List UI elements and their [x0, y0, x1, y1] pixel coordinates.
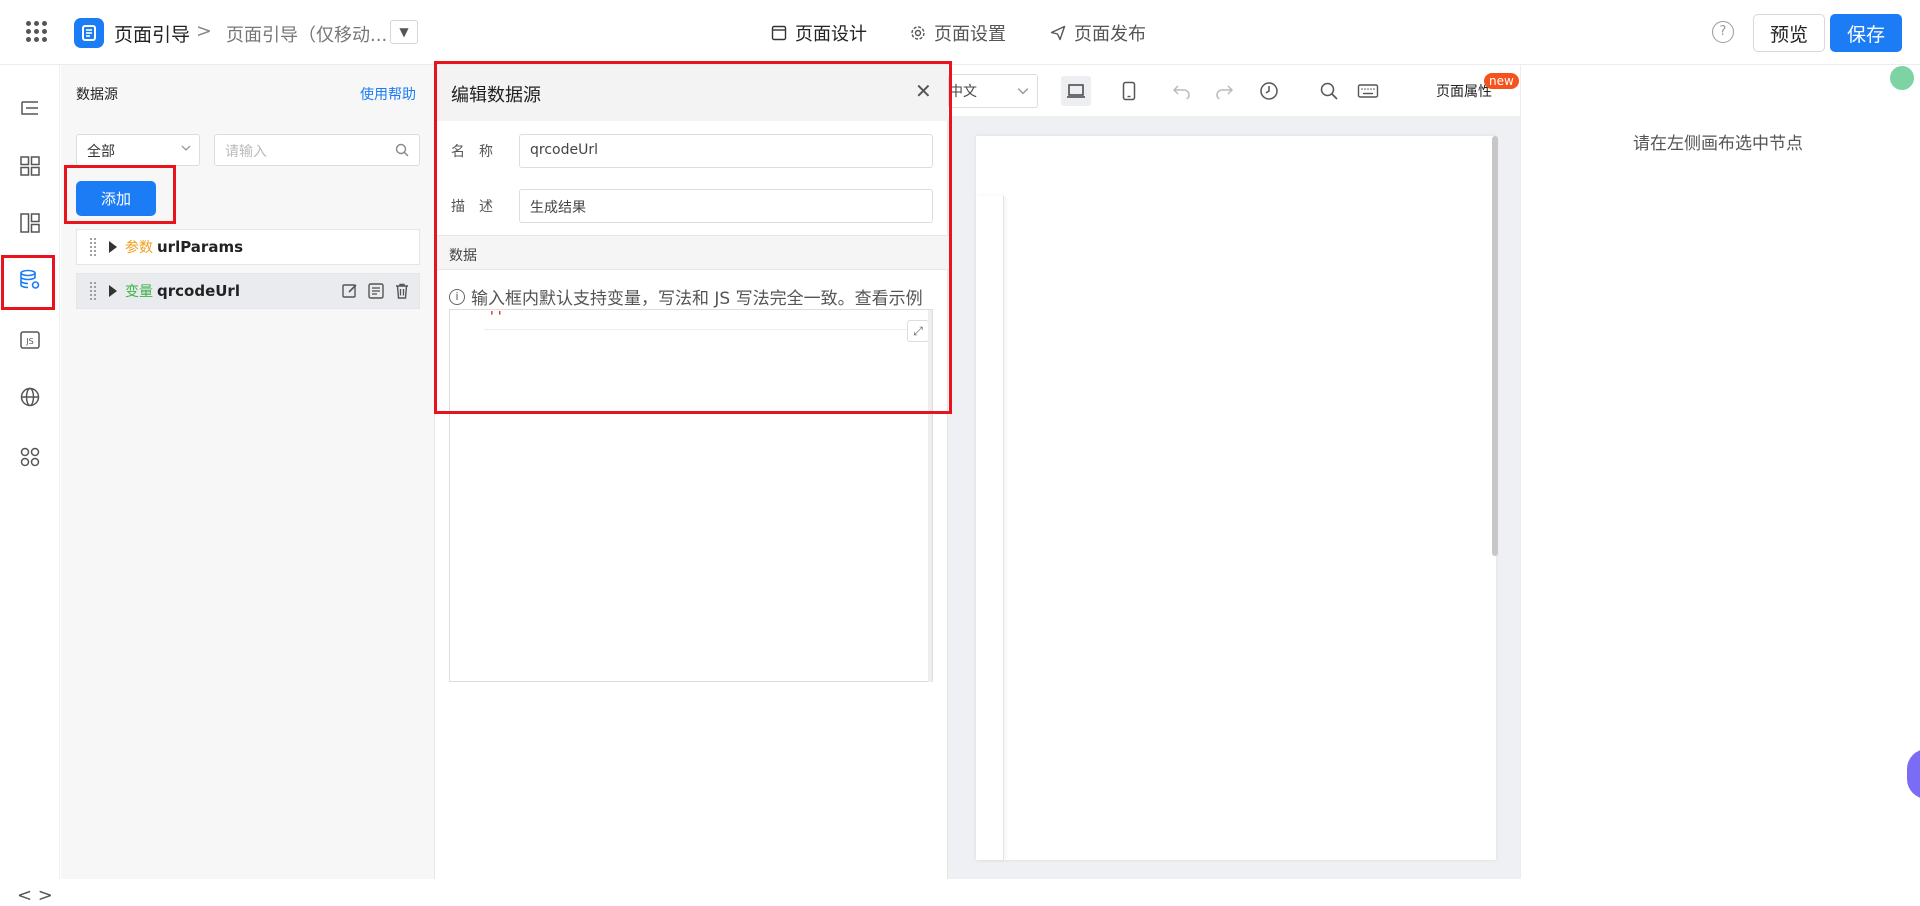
list-item[interactable]: 参数 urlParams	[76, 229, 420, 265]
chevron-down-icon	[1017, 88, 1029, 95]
code-view-icon[interactable]: < >	[17, 885, 53, 906]
row-actions	[341, 282, 411, 300]
search-icon[interactable]	[1314, 76, 1344, 106]
plugins-icon[interactable]	[16, 443, 44, 471]
language-select[interactable]: 中文	[948, 74, 1038, 108]
info-text[interactable]: 输入框内默认支持变量，写法和 JS 写法完全一致。查看示例	[471, 284, 923, 309]
language-value: 中文	[949, 84, 977, 100]
add-datasource-button[interactable]: 添加	[76, 181, 156, 216]
globe-icon[interactable]	[16, 383, 44, 411]
search-icon	[395, 143, 409, 157]
expand-icon[interactable]: ⤢	[907, 320, 929, 342]
canvas-toolbar: 中文 页面属性 new	[948, 65, 1520, 117]
canvas-card[interactable]	[976, 196, 1004, 860]
save-button[interactable]: 保存	[1830, 14, 1902, 52]
edit-datasource-panel: 编辑数据源 ✕ 名 称 qrcodeUrl 描 述 生成结果 数据 i 输入框内…	[435, 65, 948, 879]
top-bar: 页面引导 > 页面引导（仅移动... ▼ 页面设计 页面设置 页面发布 ? 预览…	[0, 0, 1920, 65]
type-filter-select[interactable]: 全部	[76, 134, 200, 166]
delete-icon[interactable]	[393, 282, 411, 300]
js-icon[interactable]: JS	[16, 326, 44, 354]
tab-page-publish[interactable]: 页面发布	[1050, 20, 1146, 46]
outline-tree-icon[interactable]	[16, 95, 44, 123]
assistant-float-icon[interactable]	[1907, 749, 1920, 799]
drag-handle-icon[interactable]	[89, 237, 97, 257]
list-item[interactable]: 变量 qrcodeUrl	[76, 273, 420, 309]
new-badge: new	[1484, 73, 1519, 89]
name-field[interactable]: qrcodeUrl	[519, 134, 933, 168]
help-link[interactable]: 使用帮助	[360, 84, 416, 104]
redo-icon[interactable]	[1209, 76, 1239, 106]
description-label: 描 述	[451, 199, 493, 215]
keyboard-icon[interactable]	[1353, 76, 1383, 106]
code-editor[interactable]: '' ⤢	[449, 309, 933, 682]
empty-selection-hint: 请在左侧画布选中节点	[1633, 134, 1803, 154]
edit-icon[interactable]	[341, 282, 359, 300]
layout-template-icon[interactable]	[16, 209, 44, 237]
description-field[interactable]: 生成结果	[519, 189, 933, 223]
preview-button[interactable]: 预览	[1753, 14, 1825, 52]
send-icon	[1050, 25, 1066, 41]
desktop-view-icon[interactable]	[1061, 76, 1091, 106]
left-icon-bar: JS < >	[0, 65, 60, 906]
search-placeholder: 请输入	[225, 144, 267, 160]
editor-title: 编辑数据源	[451, 85, 541, 106]
datasource-panel: 数据源 使用帮助 全部 请输入 添加 参数 urlParams 变量 qrcod…	[61, 65, 435, 879]
breadcrumb-page[interactable]: 页面引导（仅移动...	[226, 21, 387, 47]
properties-panel: 请在左侧画布选中节点	[1520, 65, 1920, 879]
help-icon[interactable]: ?	[1712, 21, 1734, 43]
datasource-icon[interactable]	[16, 266, 44, 294]
canvas-area	[948, 117, 1520, 879]
copy-icon[interactable]	[367, 282, 385, 300]
expand-arrow-icon[interactable]	[109, 285, 117, 297]
app-name[interactable]: 页面引导	[114, 20, 190, 47]
info-icon: i	[449, 288, 465, 305]
panel-title: 数据源	[76, 87, 118, 103]
svg-text:JS: JS	[25, 337, 33, 346]
app-logo-icon	[74, 18, 104, 48]
scrollbar[interactable]	[928, 310, 932, 682]
history-icon[interactable]	[1254, 76, 1284, 106]
mobile-view-icon[interactable]	[1114, 76, 1144, 106]
breadcrumb-separator: >	[196, 20, 212, 42]
status-dot-icon	[1890, 66, 1914, 90]
editor-header: 编辑数据源 ✕	[435, 65, 948, 121]
search-input[interactable]: 请输入	[214, 134, 420, 166]
close-icon[interactable]: ✕	[915, 79, 932, 103]
tab-label: 页面设置	[934, 24, 1006, 45]
data-section-header: 数据	[435, 235, 948, 270]
canvas-scrollbar[interactable]	[1492, 136, 1498, 556]
item-name: qrcodeUrl	[157, 282, 240, 300]
filter-value: 全部	[87, 144, 115, 160]
page-dropdown-button[interactable]: ▼	[390, 20, 418, 44]
drag-handle-icon[interactable]	[89, 281, 97, 301]
item-type-tag: 变量	[125, 284, 153, 300]
name-label: 名 称	[451, 144, 493, 160]
gear-icon	[911, 26, 925, 40]
tab-page-design[interactable]: 页面设计	[771, 20, 867, 46]
chevron-down-icon	[181, 145, 191, 151]
code-line[interactable]: ''	[484, 310, 924, 330]
tab-label: 页面设计	[795, 24, 867, 45]
item-name: urlParams	[157, 238, 244, 256]
layout-icon	[771, 25, 787, 41]
item-type-tag: 参数	[125, 240, 153, 256]
expand-arrow-icon[interactable]	[109, 241, 117, 253]
tab-page-settings[interactable]: 页面设置	[910, 20, 1006, 46]
components-grid-icon[interactable]	[16, 152, 44, 180]
undo-icon[interactable]	[1167, 76, 1197, 106]
tab-label: 页面发布	[1074, 24, 1146, 45]
app-grid-icon[interactable]	[26, 21, 48, 43]
canvas-page[interactable]	[976, 136, 1496, 860]
caret-down-icon: ▼	[399, 25, 409, 39]
data-info-hint: i 输入框内默认支持变量，写法和 JS 写法完全一致。查看示例	[449, 284, 923, 309]
